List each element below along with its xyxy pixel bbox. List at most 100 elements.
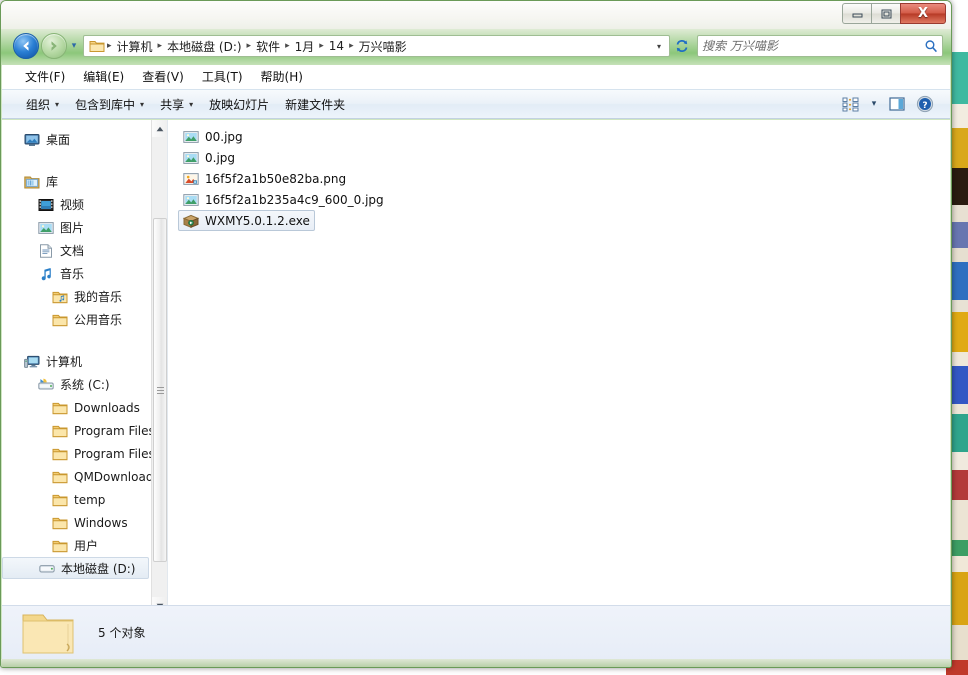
maximize-button[interactable] xyxy=(871,3,900,24)
svg-text:?: ? xyxy=(922,101,927,111)
folder-icon xyxy=(52,471,68,483)
back-arrow-icon xyxy=(23,41,29,51)
refresh-button[interactable] xyxy=(671,35,693,57)
status-text: 5 个对象 xyxy=(98,626,146,640)
video-icon xyxy=(38,198,54,211)
sidebar-item[interactable]: Program Files xyxy=(2,419,155,442)
music-icon xyxy=(41,267,51,280)
folder-icon xyxy=(22,614,74,653)
sidebar-item[interactable]: 桌面 xyxy=(2,128,70,151)
sidebar-item[interactable]: temp xyxy=(2,488,105,511)
menu-bar: 文件(F) 编辑(E) 查看(V) 工具(T) 帮助(H) xyxy=(2,65,950,89)
refresh-icon xyxy=(676,39,688,53)
breadcrumb-bar[interactable]: ▸ 计算机 ▸ 本地磁盘 (D:) ▸ 软件 ▸ 1月 ▸ 14 ▸ 万兴喵影 ▾ xyxy=(83,35,670,57)
file-name-label: WXMY5.0.1.2.exe xyxy=(205,213,310,228)
search-box[interactable] xyxy=(697,35,943,57)
file-item[interactable]: 00.jpg xyxy=(178,126,248,147)
sidebar-item-label: 我的音乐 xyxy=(74,290,123,304)
file-list-pane[interactable]: 00.jpg 0.jpg 16f5f2a1b50e82ba.png 16f5f2a1b… xyxy=(168,120,950,614)
sidebar-item-label: Program Files xyxy=(74,423,155,438)
sidebar-item-label: 库 xyxy=(46,175,59,189)
folder-music-icon xyxy=(52,291,68,303)
main-content: 桌面库视频 图片文档音乐我的音乐公用音乐计算机 系统 (C:) Downloads Pr… xyxy=(2,120,950,614)
sidebar-item-label: 文档 xyxy=(60,244,85,258)
sidebar-item[interactable]: 文档 xyxy=(2,239,84,262)
scroll-up-button[interactable] xyxy=(152,120,167,137)
file-item[interactable]: 16f5f2a1b235a4c9_600_0.jpg xyxy=(178,189,389,210)
folder-icon xyxy=(52,448,68,460)
chevron-down-icon: ▾ xyxy=(55,99,60,109)
search-icon[interactable] xyxy=(924,39,938,53)
sidebar-item-label: 音乐 xyxy=(60,267,85,281)
minimize-button[interactable] xyxy=(842,3,871,24)
change-view-button[interactable] xyxy=(838,93,864,115)
sidebar-item[interactable]: 公用音乐 xyxy=(2,308,122,331)
scrollbar-thumb[interactable] xyxy=(153,218,167,562)
toolbar-button-label: 放映幻灯片 xyxy=(209,97,270,112)
sidebar-item[interactable]: Downloads xyxy=(2,396,140,419)
command-toolbar: 组织 ▾ 包含到库中 ▾ 共享 ▾ 放映幻灯片 新建文件夹 ▾ ? xyxy=(2,89,950,119)
menu-item[interactable]: 工具(T) xyxy=(193,65,252,88)
breadcrumb-item[interactable]: 14 xyxy=(325,38,348,54)
view-options-icon xyxy=(842,97,859,112)
forward-button[interactable] xyxy=(41,33,67,59)
file-item-selected[interactable]: WXMY5.0.1.2.exe xyxy=(178,210,315,231)
sidebar-item[interactable]: 库 xyxy=(2,170,58,193)
exe-file-icon xyxy=(183,214,199,228)
chevron-down-icon: ▾ xyxy=(189,99,194,109)
sidebar-item[interactable]: 系统 (C:) xyxy=(2,373,110,396)
breadcrumb-item[interactable]: 1月 xyxy=(291,37,319,56)
change-view-dropdown-button[interactable]: ▾ xyxy=(866,93,882,115)
file-name-label: 16f5f2a1b50e82ba.png xyxy=(205,171,347,186)
toolbar-button[interactable]: 放映幻灯片 xyxy=(201,92,277,117)
navigation-pane: 桌面库视频 图片文档音乐我的音乐公用音乐计算机 系统 (C:) Downloads Pr… xyxy=(2,120,168,614)
sidebar-item[interactable]: 图片 xyxy=(2,216,84,239)
file-item[interactable]: 0.jpg xyxy=(178,147,240,168)
menu-item[interactable]: 文件(F) xyxy=(16,65,74,88)
sidebar-item[interactable]: 视频 xyxy=(2,193,84,216)
sidebar-item[interactable]: 音乐 xyxy=(2,262,84,285)
toolbar-button-label: 新建文件夹 xyxy=(285,97,346,112)
menu-item[interactable]: 编辑(E) xyxy=(74,65,133,88)
sidebar-item[interactable]: 计算机 xyxy=(2,350,82,373)
preview-pane-button[interactable] xyxy=(884,93,910,115)
sidebar-item[interactable]: Program Files xyxy=(2,442,155,465)
minimize-icon xyxy=(852,13,862,18)
sidebar-item[interactable]: QMDownload xyxy=(2,465,153,488)
toolbar-right-group: ▾ ? xyxy=(838,93,944,115)
chevron-down-icon: ▾ xyxy=(871,99,877,109)
navigation-tree: 桌面库视频 图片文档音乐我的音乐公用音乐计算机 系统 (C:) Downloads Pr… xyxy=(2,120,155,614)
file-item[interactable]: 16f5f2a1b50e82ba.png xyxy=(178,168,351,189)
search-input[interactable] xyxy=(702,39,924,53)
close-button[interactable]: X xyxy=(900,3,946,24)
breadcrumb-item[interactable]: 计算机 xyxy=(113,37,157,56)
breadcrumb-item[interactable]: 万兴喵影 xyxy=(355,37,411,56)
breadcrumb-item[interactable]: 本地磁盘 (D:) xyxy=(163,37,245,56)
menu-item[interactable]: 帮助(H) xyxy=(252,65,312,88)
sidebar-item[interactable]: 我的音乐 xyxy=(2,285,122,308)
sidebar-item[interactable]: Windows xyxy=(2,511,128,534)
toolbar-button[interactable]: 组织 ▾ xyxy=(18,92,67,117)
forward-arrow-icon xyxy=(51,41,57,51)
sidebar-item[interactable]: 本地磁盘 (D:) xyxy=(2,557,149,579)
history-dropdown-button[interactable]: ▾ xyxy=(67,41,81,51)
toolbar-button[interactable]: 新建文件夹 xyxy=(277,92,353,117)
sidebar-item[interactable]: 用户 xyxy=(2,534,98,557)
file-name-label: 16f5f2a1b235a4c9_600_0.jpg xyxy=(205,192,384,207)
toolbar-item-list: 组织 ▾ 包含到库中 ▾ 共享 ▾ 放映幻灯片 新建文件夹 xyxy=(18,92,353,117)
back-button[interactable] xyxy=(13,33,39,59)
chevron-up-icon xyxy=(156,126,164,131)
sidebar-item-label: 公用音乐 xyxy=(74,313,123,327)
sidebar-item-label: 桌面 xyxy=(46,133,71,147)
toolbar-button-label: 组织 xyxy=(26,97,51,112)
breadcrumb-item[interactable]: 软件 xyxy=(252,37,284,56)
menu-item[interactable]: 查看(V) xyxy=(133,65,193,88)
drive-icon xyxy=(39,565,55,573)
toolbar-button[interactable]: 包含到库中 ▾ xyxy=(67,92,152,117)
sidebar-item-label: Program Files xyxy=(74,446,155,461)
help-button[interactable]: ? xyxy=(912,93,938,115)
pictures-icon xyxy=(38,221,54,234)
toolbar-button[interactable]: 共享 ▾ xyxy=(152,92,201,117)
breadcrumb-dropdown-button[interactable]: ▾ xyxy=(651,42,667,51)
navigation-scrollbar[interactable] xyxy=(151,120,167,614)
